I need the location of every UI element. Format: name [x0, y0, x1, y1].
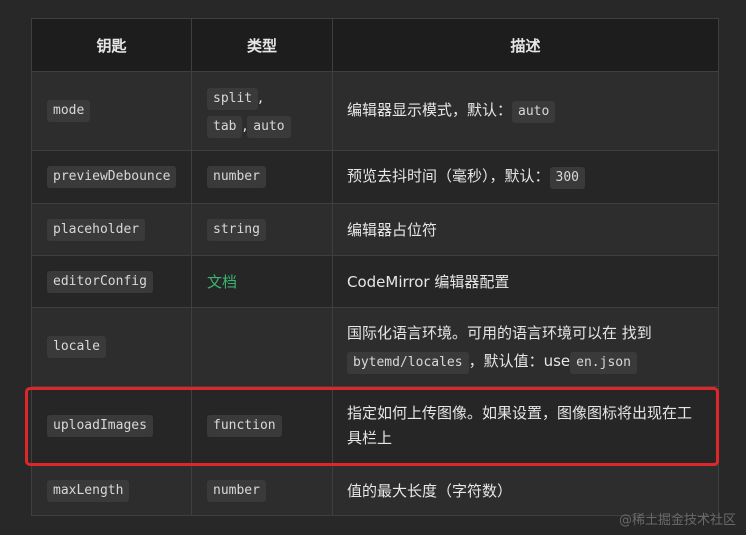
key-code: maxLength	[47, 479, 130, 502]
description-text: ，默认值：use	[468, 352, 571, 370]
table-row: editorConfig 文档 CodeMirror 编辑器配置	[31, 255, 719, 308]
type-cell: 文档	[191, 255, 333, 308]
docs-link[interactable]: 文档	[207, 273, 237, 291]
type-cell: string	[191, 203, 333, 256]
type-code: function	[207, 415, 282, 437]
key-cell: locale	[31, 307, 192, 387]
key-cell: uploadImages	[31, 386, 192, 466]
description-text: 预览去抖时间（毫秒），默认：	[347, 167, 550, 185]
key-cell: editorConfig	[31, 255, 192, 308]
description-cell: 值的最大长度（字符数）	[332, 465, 719, 516]
description-cell: 指定如何上传图像。如果设置，图像图标将出现在工具栏上	[332, 386, 719, 466]
description-text: 编辑器占位符	[347, 221, 438, 239]
locales-path-code: bytemd/locales	[347, 352, 469, 374]
type-code: string	[207, 218, 266, 241]
description-text: 编辑器显示模式，默认：	[347, 101, 513, 119]
type-cell: function	[191, 386, 333, 466]
default-value-code: 300	[549, 167, 585, 189]
key-code: mode	[47, 100, 91, 122]
key-cell: maxLength	[31, 465, 192, 516]
description-text: CodeMirror 编辑器配置	[347, 273, 510, 291]
table-header-row: 钥匙 类型 描述	[31, 18, 719, 72]
key-code: locale	[47, 336, 106, 358]
type-code: tab	[207, 116, 243, 138]
table-row: mode split, tab, auto 编辑器显示模式，默认： auto	[31, 71, 719, 151]
type-cell: number	[191, 465, 333, 516]
description-cell: 编辑器显示模式，默认： auto	[332, 71, 719, 151]
table-row: previewDebounce number 预览去抖时间（毫秒），默认： 300	[31, 150, 719, 204]
description-cell: 国际化语言环境。可用的语言环境可以在 找到 bytemd/locales ，默认值…	[332, 307, 719, 387]
header-description: 描述	[332, 18, 719, 72]
description-cell: 预览去抖时间（毫秒），默认： 300	[332, 150, 719, 204]
options-table: 钥匙 类型 描述 mode split, tab, auto 编辑器显示模式，默认…	[31, 18, 719, 516]
description-text: 值的最大长度（字符数）	[347, 482, 513, 500]
options-table-container: 钥匙 类型 描述 mode split, tab, auto 编辑器显示模式，默认…	[31, 18, 719, 516]
type-cell: split, tab, auto	[191, 71, 333, 151]
description-text: 国际化语言环境。可用的语言环境可以在 找到	[347, 324, 652, 342]
description-text: 指定如何上传图像。如果设置，图像图标将出现在工具栏上	[347, 404, 693, 447]
key-code: placeholder	[47, 218, 146, 241]
type-code: number	[207, 479, 266, 502]
type-code: split	[207, 88, 259, 110]
type-code: number	[207, 166, 266, 188]
default-value-code: auto	[512, 101, 556, 123]
header-key: 钥匙	[31, 18, 192, 72]
table-row: uploadImages function 指定如何上传图像。如果设置，图像图标…	[31, 386, 719, 466]
key-cell: mode	[31, 71, 192, 151]
key-code: editorConfig	[47, 270, 153, 293]
default-value-code: en.json	[570, 352, 637, 374]
description-cell: CodeMirror 编辑器配置	[332, 255, 719, 308]
table-row: maxLength number 值的最大长度（字符数）	[31, 465, 719, 516]
key-code: previewDebounce	[47, 166, 177, 188]
type-cell: number	[191, 150, 333, 204]
type-cell	[191, 307, 333, 387]
type-code: auto	[247, 116, 291, 138]
table-row: locale 国际化语言环境。可用的语言环境可以在 找到 bytemd/loca…	[31, 307, 719, 387]
key-cell: placeholder	[31, 203, 192, 256]
table-row: placeholder string 编辑器占位符	[31, 203, 719, 256]
header-type: 类型	[191, 18, 333, 72]
type-separator: ,	[258, 88, 263, 106]
watermark: @稀土掘金技术社区	[618, 513, 736, 528]
key-cell: previewDebounce	[31, 150, 192, 204]
key-code: uploadImages	[47, 415, 153, 437]
description-cell: 编辑器占位符	[332, 203, 719, 256]
